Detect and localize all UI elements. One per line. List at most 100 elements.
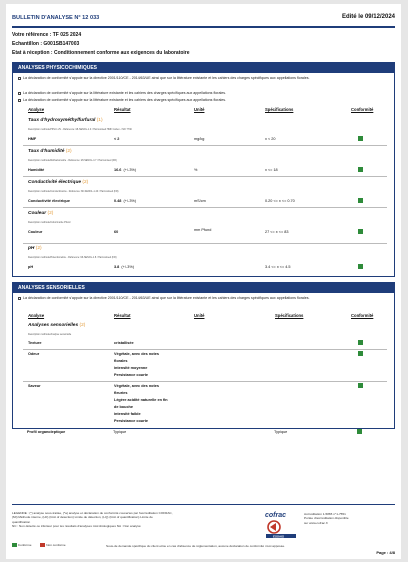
conform-indicator xyxy=(358,340,363,345)
conform-indicator xyxy=(358,383,363,388)
checkbox-icon xyxy=(18,91,21,95)
row-result-line: Légère acidité naturelle en fin xyxy=(114,398,168,402)
cofrac-logo-icon: cofrac ESSAIS xyxy=(265,512,296,538)
row-divider xyxy=(23,349,387,350)
edit-date: Edité le 09/12/2024 xyxy=(341,14,395,20)
row-unit: % xyxy=(194,168,198,172)
col-analyse: Analyse xyxy=(28,313,45,318)
row-spec: 0.20 <= x <= 0.70 xyxy=(265,199,295,203)
conform-indicator xyxy=(358,229,363,234)
row-result: 0.48 (+/-3%) xyxy=(114,199,137,203)
row-name: Texture xyxy=(28,341,42,345)
method-reference: Description méthode/Potentiométrie - Réf… xyxy=(28,256,117,259)
svg-text:ESSAIS: ESSAIS xyxy=(273,534,284,538)
col-specifications: Spécifications xyxy=(275,313,304,318)
row-spec: 3.4 <= x <= 4.5 xyxy=(265,265,291,269)
physico-note-2: La déclaration de conformité s'appuie su… xyxy=(18,91,390,96)
row-result-line: Persistance courte xyxy=(114,373,148,377)
method-reference: Description méthode/Conductimétrie - Réf… xyxy=(28,190,119,193)
row-spec: 27 <= x <= 83 xyxy=(265,230,289,234)
row-spec: Typique xyxy=(274,430,288,434)
row-result: 3.8 (+/-3%) xyxy=(114,265,134,269)
row-result-line: cristallisée xyxy=(114,341,134,345)
col-resultat: Résultat xyxy=(114,107,131,112)
conform-indicator xyxy=(358,136,363,141)
conform-indicator xyxy=(358,167,363,172)
checkbox-icon xyxy=(18,76,21,80)
sensory-section-title: ANALYSES SENSORIELLES xyxy=(13,283,394,293)
row-result-line: fleuries xyxy=(114,391,128,395)
row-result-line: Végétale, avec des notes xyxy=(114,352,159,356)
bottom-note: Sous-de demande spécifique du client et/… xyxy=(106,544,286,548)
svg-text:cofrac: cofrac xyxy=(265,512,286,519)
analysis-group-title: Taux d'humidité (2) xyxy=(28,149,72,154)
col-unite: Unité xyxy=(194,313,205,318)
physico-note-1: La déclaration de conformité s'appuie su… xyxy=(18,76,390,81)
row-name: Conductivité électrique xyxy=(28,199,70,203)
page-number: Page : 4/8 xyxy=(376,550,395,555)
legend-key: Conforme Non conforme xyxy=(12,543,66,548)
row-result-line: de bouche xyxy=(114,405,133,409)
col-conformite: Conformité xyxy=(351,313,374,318)
row-unit: mm Pfund xyxy=(194,228,212,232)
row-divider xyxy=(23,243,387,244)
row-spec: x < 20 xyxy=(265,137,276,141)
row-name: Saveur xyxy=(28,384,41,388)
header-rule xyxy=(12,26,395,28)
physico-note-3: La déclaration de conformité s'appuie su… xyxy=(18,98,390,103)
row-name: Profil organoleptique xyxy=(27,430,66,434)
col-unite: Unité xyxy=(194,107,205,112)
row-result-line: Typique xyxy=(113,430,127,434)
accreditation-text: Accréditation 1-5865 n°1-7551 Portée d'a… xyxy=(304,512,349,525)
physico-section: ANALYSES PHYSICOCHIMIQUES La déclaration… xyxy=(12,62,395,277)
row-result: < 2 xyxy=(114,137,120,141)
row-spec: x <= 18 xyxy=(265,168,278,172)
row-unit: mg/kg xyxy=(194,137,205,141)
report-title: BULLETIN D'ANALYSE N° 12 033 xyxy=(12,15,100,21)
row-result-line: intensité moyenne xyxy=(114,366,148,370)
col-specifications: Spécifications xyxy=(265,107,294,112)
row-result: 60 xyxy=(114,230,119,234)
method-reference: Description méthode/Colorimétrie Pfund xyxy=(28,221,71,224)
analysis-group-title: Taux d'hydroxyméthylfurfural (1) xyxy=(28,118,103,123)
method-reference: Description méthode/Analyse sensorielle xyxy=(28,333,72,336)
row-unit: mS/cm xyxy=(194,199,206,203)
nonconform-swatch xyxy=(40,543,46,548)
report-page: BULLETIN D'ANALYSE N° 12 033 Edité le 09… xyxy=(6,4,401,559)
sensory-section: ANALYSES SENSORIELLES La déclaration de … xyxy=(12,282,395,429)
conform-indicator xyxy=(358,198,363,203)
row-divider xyxy=(23,176,387,177)
row-result-line: florales xyxy=(114,359,128,363)
row-name: Humidité xyxy=(28,168,45,172)
your-reference: Votre référence : TF 025 2024 xyxy=(12,32,82,38)
conform-indicator xyxy=(358,351,363,356)
conform-swatch xyxy=(12,543,17,548)
row-divider xyxy=(23,207,387,208)
row-name: pH xyxy=(28,265,34,269)
conform-indicator xyxy=(358,264,363,269)
footer-rule xyxy=(12,504,395,505)
col-conformite: Conformité xyxy=(351,107,374,112)
checkbox-icon xyxy=(18,98,21,102)
sensory-note: La déclaration de conformité s'appuie su… xyxy=(18,296,390,301)
row-divider xyxy=(23,381,387,382)
analysis-group-title: Conductivité électrique (2) xyxy=(28,180,89,185)
method-reference: Description méthode/HPLC-UV - Référence:… xyxy=(28,128,132,131)
col-resultat: Résultat xyxy=(114,313,131,318)
analysis-group-title: pH (2) xyxy=(28,246,42,251)
analysis-group-title: Analyses sensorielles (2) xyxy=(28,323,86,328)
row-name: HMF xyxy=(28,137,37,141)
col-analyse: Analyse xyxy=(28,107,45,112)
physico-section-title: ANALYSES PHYSICOCHIMIQUES xyxy=(13,63,394,73)
sample-id: Echantillon : G001SB147003 xyxy=(12,41,80,47)
row-result-line: Persistance courte xyxy=(114,419,148,423)
legend-text: LEGENDE : (*) analyse sous-traitée, (*a)… xyxy=(12,511,173,528)
conform-indicator xyxy=(357,429,362,434)
reception-state: Etat à réception : Conditionnement confo… xyxy=(12,50,190,56)
row-divider xyxy=(23,145,387,146)
method-reference: Description méthode/Réfractométrie - Réf… xyxy=(28,159,117,162)
row-name: Couleur xyxy=(28,230,43,234)
row-result: 16.6 (+/-3%) xyxy=(114,168,137,172)
row-result-line: Végétale, avec des notes xyxy=(114,384,159,388)
checkbox-icon xyxy=(18,296,21,300)
